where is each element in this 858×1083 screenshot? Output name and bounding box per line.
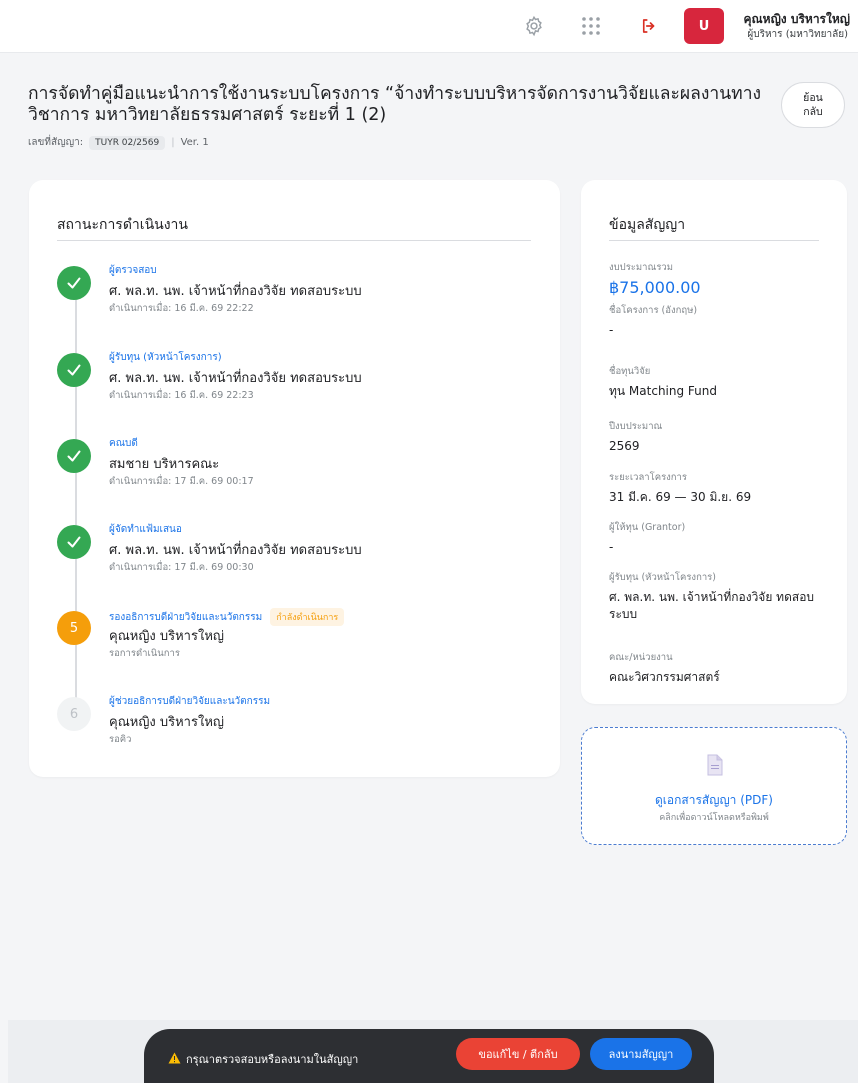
info-field-value: ศ. พล.ท. นพ. เจ้าหน้าที่กองวิจัย ทดสอบระ… [609,590,815,621]
pdf-link-subtitle: คลิกเพื่อดาวน์โหลดหรือพิมพ์ [659,813,769,823]
status-divider [57,240,531,241]
step-role-label: ผู้รับทุน (หัวหน้าโครงการ) [109,352,222,363]
user-role: ผู้บริหาร (มหาวิทยาลัย) [747,29,848,40]
info-field-value: คณะวิศวกรรมศาสตร์ [609,670,720,684]
checkmark-icon [57,439,91,473]
info-field-value: 2569 [609,439,640,453]
checkmark-icon [57,266,91,300]
info-field-label: ระยะเวลาโครงการ [609,472,687,483]
info-field: ชื่อทุนวิจัยทุน Matching Fund [609,364,829,400]
info-field: ผู้รับทุน (หัวหน้าโครงการ) ศ. พล.ท. นพ. เ… [609,570,829,623]
page-title: การจัดทำคู่มือแนะนำการใช้งานระบบโครงการ … [28,84,762,125]
step-role-label: ผู้ช่วยอธิการบดีฝ่ายวิจัยและนวัตกรรม [109,696,271,707]
document-icon [707,754,723,780]
step-role: ผู้จัดทำแฟ้มเสนอ [109,522,182,537]
info-field-label: ชื่อทุนวิจัย [609,366,651,377]
info-field-label: คณะ/หน่วยงาน [609,652,673,663]
step-number: 6 [57,697,91,731]
contract-number-chip: TUYR 02/2569 [89,135,166,150]
checkmark-icon [57,353,91,387]
step-person: ศ. พล.ท. นพ. เจ้าหน้าที่กองวิจัย ทดสอบระ… [109,284,362,299]
step-role: ผู้ตรวจสอบ [109,263,157,278]
info-field: ระยะเวลาโครงการ 31 มี.ค. 69 — 30 มิ.ย. 69 [609,470,829,506]
info-divider [609,240,819,241]
step-time: ดำเนินการเมื่อ: 16 มี.ค. 69 22:22 [109,303,254,314]
checkmark-icon [57,525,91,559]
info-field-label: ผู้ให้ทุน (Grantor) [609,522,686,533]
budget-label: งบประมาณรวม [609,262,674,273]
step-role: คณบดี [109,436,138,451]
view-pdf-card[interactable]: ดูเอกสารสัญญา (PDF) คลิกเพื่อดาวน์โหลดหร… [581,727,847,845]
info-heading: ข้อมูลสัญญา [609,217,686,233]
status-card: สถานะการดำเนินงาน ผู้ตรวจสอบศ. พล.ท. นพ.… [29,180,560,777]
step-person: ศ. พล.ท. นพ. เจ้าหน้าที่กองวิจัย ทดสอบระ… [109,543,362,558]
step-person: สมชาย บริหารคณะ [109,457,220,472]
step-time: ดำเนินการเมื่อ: 17 มี.ค. 69 00:30 [109,562,254,573]
pdf-link-title[interactable]: ดูเอกสารสัญญา (PDF) [582,791,846,810]
step-time: ดำเนินการเมื่อ: 17 มี.ค. 69 00:17 [109,476,254,487]
info-field-label: ชื่อโครงการ (อังกฤษ) [609,305,698,316]
apps-grid-icon[interactable] [578,13,604,39]
info-field-label: ปีงบประมาณ [609,421,663,432]
settings-gear-icon[interactable] [521,13,547,39]
step-role-label: ผู้ตรวจสอบ [109,265,157,276]
step-person: ศ. พล.ท. นพ. เจ้าหน้าที่กองวิจัย ทดสอบระ… [109,371,362,386]
step-role: ผู้รับทุน (หัวหน้าโครงการ) [109,350,222,365]
logout-icon[interactable] [636,13,662,39]
top-bar: U คุณหญิง บริหารใหญ่ ผู้บริหาร (มหาวิทยา… [0,0,858,53]
warning-icon [168,1049,181,1068]
step-time: รอการดำเนินการ [109,648,180,659]
step-person: คุณหญิง บริหารใหญ่ [109,629,224,644]
action-warning-text: กรุณาตรวจสอบหรือลงนามในสัญญา [186,1053,359,1066]
return-edit-button[interactable]: ขอแก้ไข / ตีกลับ [456,1038,580,1070]
step-time: ดำเนินการเมื่อ: 16 มี.ค. 69 22:23 [109,390,254,401]
info-field-value: - [609,323,614,337]
info-field: คณะ/หน่วยงานคณะวิศวกรรมศาสตร์ [609,650,829,686]
step-time: รอคิว [109,734,132,745]
timeline-line [75,285,77,713]
info-field-label: ผู้รับทุน (หัวหน้าโครงการ) [609,572,716,583]
version-label: Ver. 1 [180,137,209,148]
step-role: ผู้ช่วยอธิการบดีฝ่ายวิจัยและนวัตกรรม [109,694,270,709]
step-role: รองอธิการบดีฝ่ายวิจัยและนวัตกรรม กำลังดำเ… [109,608,345,626]
budget-field: งบประมาณรวม ฿75,000.00 [609,260,829,296]
meta-separator: | [171,137,175,148]
avatar[interactable]: U [684,8,724,44]
step-role-label: รองอธิการบดีฝ่ายวิจัยและนวัตกรรม [109,611,263,623]
info-field-value: - [609,540,614,554]
contract-info-card: ข้อมูลสัญญา งบประมาณรวม ฿75,000.00 ชื่อโ… [581,180,847,704]
action-bar: กรุณาตรวจสอบหรือลงนามในสัญญา ขอแก้ไข / ต… [144,1029,714,1083]
step-number: 5 [57,611,91,645]
budget-value: ฿75,000.00 [609,278,701,297]
status-heading: สถานะการดำเนินงาน [57,217,188,233]
back-button[interactable]: ย้อน กลับ [781,82,845,128]
info-field: ปีงบประมาณ 2569 [609,419,829,455]
info-field-value: 31 มี.ค. 69 — 30 มิ.ย. 69 [609,490,752,504]
contract-meta: เลขที่สัญญา: TUYR 02/2569 | Ver. 1 [28,135,209,150]
info-field: ผู้ให้ทุน (Grantor) - [609,520,829,556]
info-field-value: ทุน Matching Fund [609,384,717,398]
step-role-label: คณบดี [109,438,138,449]
step-role-label: ผู้จัดทำแฟ้มเสนอ [109,524,182,535]
sign-contract-button[interactable]: ลงนามสัญญา [590,1038,692,1070]
info-field: ชื่อโครงการ (อังกฤษ) - [609,303,829,339]
step-person: คุณหญิง บริหารใหญ่ [109,715,224,730]
contract-number-label: เลขที่สัญญา: [28,137,84,148]
status-badge: กำลังดำเนินการ [270,608,345,626]
